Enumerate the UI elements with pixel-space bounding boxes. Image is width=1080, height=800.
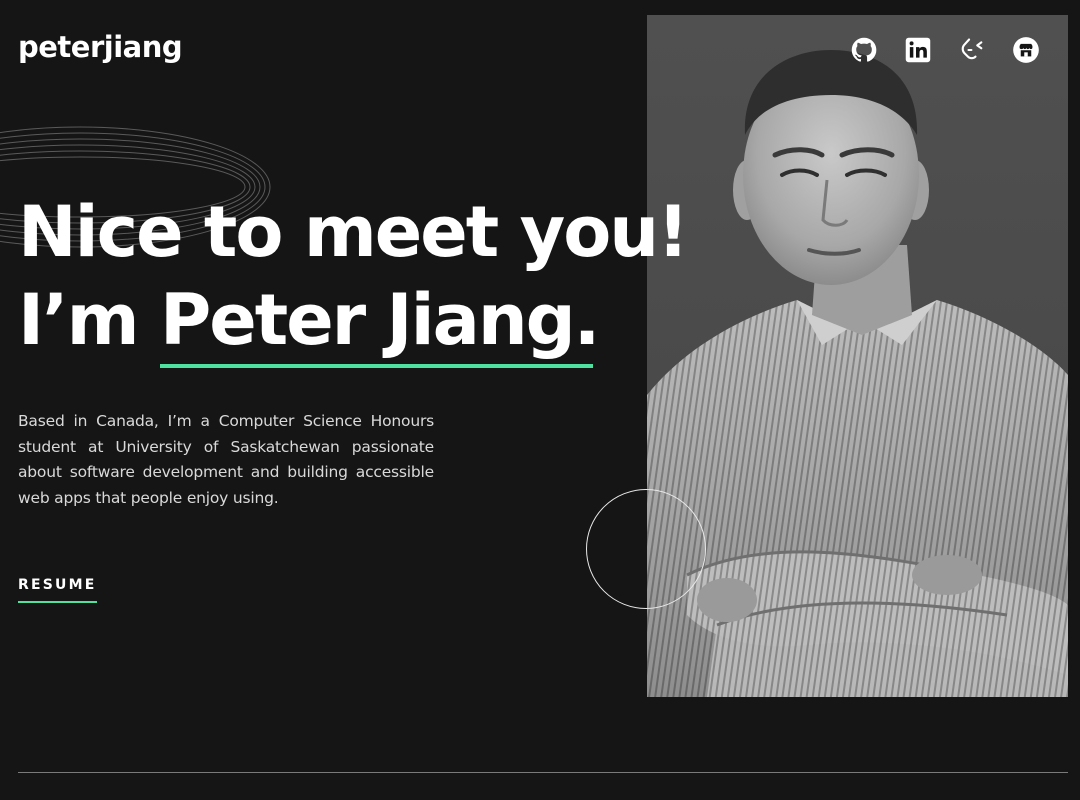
social-links	[850, 36, 1040, 64]
name-underline	[159, 364, 593, 368]
leetcode-link[interactable]	[958, 36, 986, 64]
name-text: Peter Jiang	[159, 279, 576, 361]
intro-prefix: I’m	[18, 279, 160, 361]
linkedin-icon	[905, 37, 931, 63]
github-icon	[851, 37, 877, 62]
greeting-text: Nice to meet you!	[18, 191, 689, 273]
leetcode-icon	[961, 38, 983, 60]
name-suffix: .	[573, 279, 601, 361]
section-divider	[18, 772, 1068, 773]
intro-line: I’m Peter Jiang.	[18, 276, 687, 368]
profile-photo	[647, 15, 1068, 697]
intro-paragraph: Based in Canada, I’m a Computer Science …	[18, 412, 434, 507]
resume-link[interactable]: RESUME	[18, 577, 97, 603]
site-logo[interactable]: peterjiang	[18, 30, 183, 64]
name-highlight: Peter Jiang	[159, 276, 593, 368]
store-link[interactable]	[1012, 36, 1040, 64]
hero-heading: Nice to meet you! I’m Peter Jiang.	[18, 188, 689, 368]
store-icon	[1013, 37, 1039, 63]
page: peterjiang Nice to meet you! I’m Peter J…	[0, 0, 1080, 800]
linkedin-link[interactable]	[904, 36, 932, 64]
github-link[interactable]	[850, 36, 878, 64]
